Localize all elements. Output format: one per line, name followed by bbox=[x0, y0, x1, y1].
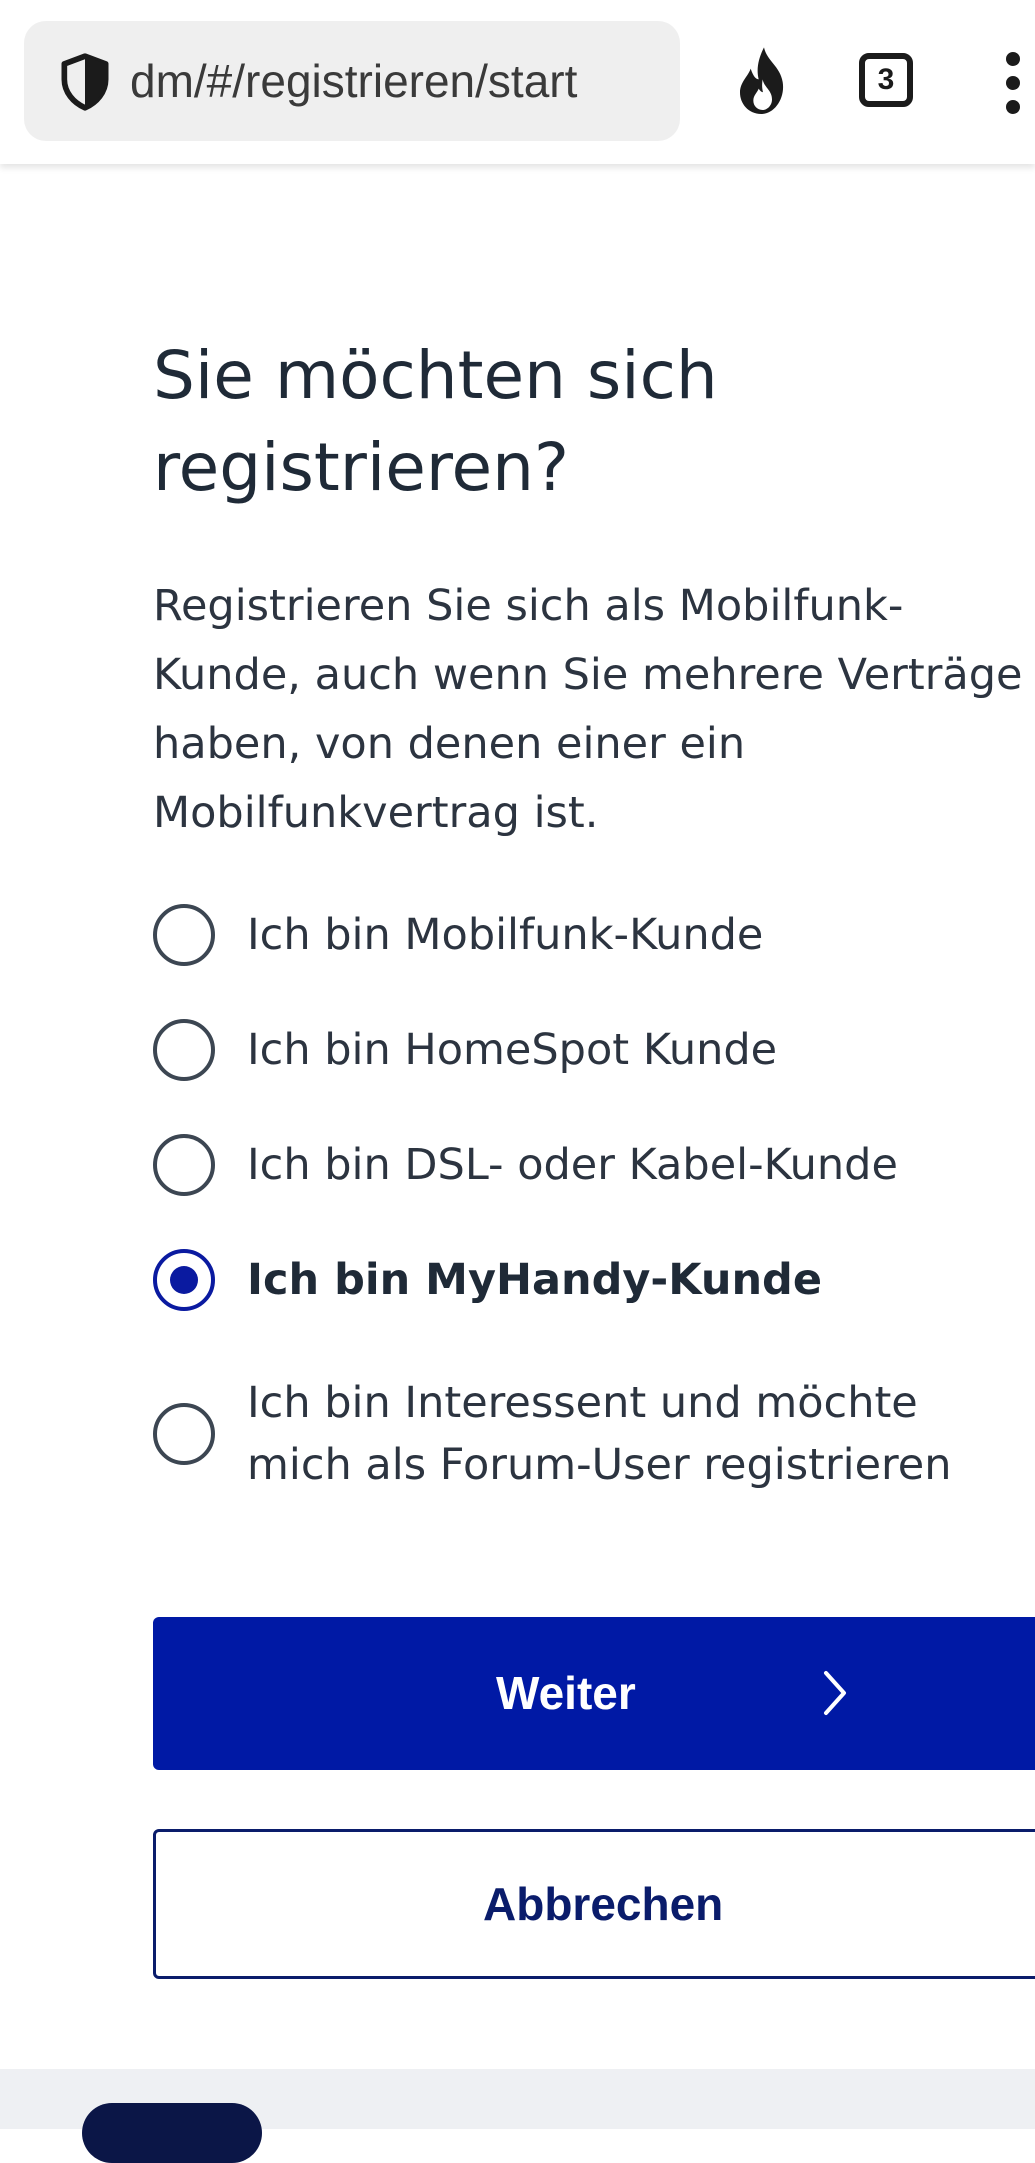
chevron-right-icon bbox=[824, 1671, 846, 1715]
option-label: Ich bin Mobilfunk-Kunde bbox=[247, 910, 764, 960]
radio-myhandy-selected[interactable] bbox=[153, 1249, 215, 1311]
option-myhandy[interactable]: Ich bin MyHandy-Kunde bbox=[153, 1249, 1033, 1311]
url-text[interactable]: dm/#/registrieren/start bbox=[130, 21, 670, 141]
radio-mobilfunk[interactable] bbox=[153, 904, 215, 966]
option-mobilfunk[interactable]: Ich bin Mobilfunk-Kunde bbox=[153, 904, 1033, 966]
intro-text: Registrieren Sie sich als Mobilfunk-Kund… bbox=[153, 581, 1023, 838]
radio-interessent[interactable] bbox=[153, 1403, 215, 1465]
footer-pill[interactable] bbox=[82, 2103, 262, 2163]
shield-icon[interactable] bbox=[54, 51, 116, 113]
abbrechen-label: Abbrechen bbox=[483, 1878, 724, 1930]
option-homespot[interactable]: Ich bin HomeSpot Kunde bbox=[153, 1019, 1033, 1081]
browser-toolbar: dm/#/registrieren/start 3 bbox=[0, 0, 1035, 164]
page-title: Sie möchten sich registrieren? bbox=[153, 337, 718, 506]
radio-dsl-kabel[interactable] bbox=[153, 1134, 215, 1196]
abbrechen-button[interactable]: Abbrechen bbox=[153, 1829, 1035, 1979]
weiter-button[interactable]: Weiter bbox=[153, 1617, 1035, 1770]
radio-homespot[interactable] bbox=[153, 1019, 215, 1081]
option-interessent[interactable]: Ich bin Interessent und möchte mich als … bbox=[153, 1372, 1033, 1496]
page-footer bbox=[0, 2069, 1035, 2163]
option-dsl-kabel[interactable]: Ich bin DSL- oder Kabel-Kunde bbox=[153, 1134, 1033, 1196]
option-label: Ich bin Interessent und möchte mich als … bbox=[247, 1378, 952, 1490]
more-menu-icon[interactable] bbox=[998, 52, 1028, 114]
address-bar[interactable]: dm/#/registrieren/start bbox=[24, 21, 680, 141]
weiter-label: Weiter bbox=[496, 1667, 636, 1719]
fire-icon[interactable] bbox=[732, 44, 796, 120]
tab-counter[interactable]: 3 bbox=[859, 53, 913, 107]
option-label: Ich bin DSL- oder Kabel-Kunde bbox=[247, 1140, 898, 1190]
option-label: Ich bin HomeSpot Kunde bbox=[247, 1025, 778, 1075]
option-label: Ich bin MyHandy-Kunde bbox=[247, 1255, 822, 1305]
